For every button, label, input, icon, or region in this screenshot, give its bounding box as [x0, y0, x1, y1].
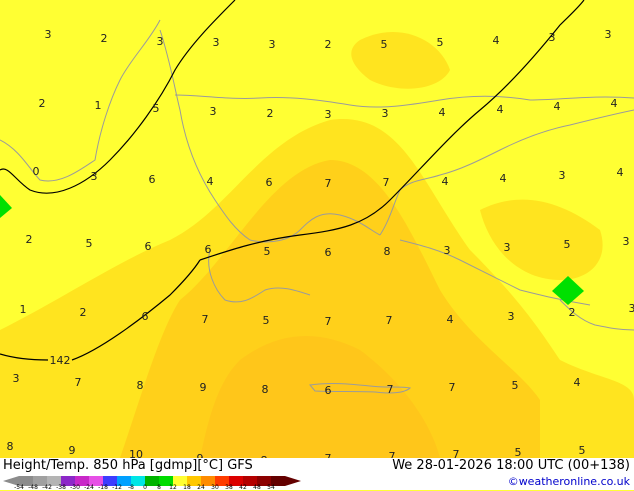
cold-spot-west: [0, 195, 12, 218]
value-label: 4: [442, 175, 449, 188]
value-label: 3: [45, 28, 52, 41]
value-label: 4: [554, 100, 561, 113]
value-label: 5: [381, 38, 388, 51]
value-label: 6: [205, 243, 212, 256]
value-label: 3: [605, 28, 612, 41]
value-label: 6: [325, 246, 332, 259]
value-label: 3: [213, 36, 220, 49]
value-label: 5: [437, 36, 444, 49]
value-label: 3: [508, 310, 515, 323]
value-label: 2: [569, 306, 576, 319]
value-label: 8: [7, 440, 14, 453]
value-label: 4: [617, 166, 624, 179]
value-label: 4: [611, 97, 618, 110]
value-label: 6: [142, 310, 149, 323]
value-label: 1: [95, 99, 102, 112]
value-label: 6: [149, 173, 156, 186]
value-label: 4: [574, 376, 581, 389]
value-label: 7: [75, 376, 82, 389]
value-label: 2: [39, 97, 46, 110]
value-label: 3: [325, 108, 332, 121]
temperature-field: [0, 32, 634, 458]
value-label: 6: [325, 384, 332, 397]
value-label: 5: [86, 237, 93, 250]
cold-spot-east: [552, 276, 584, 305]
value-label: 3: [269, 38, 276, 51]
value-label: 7: [202, 313, 209, 326]
value-label: 7: [387, 383, 394, 396]
value-label: 2: [325, 38, 332, 51]
map-title: Height/Temp. 850 hPa [gdmp][°C] GFS: [3, 458, 253, 473]
value-label: 4: [207, 175, 214, 188]
value-label: 8: [262, 383, 269, 396]
value-label: 4: [439, 106, 446, 119]
value-label: 7: [449, 381, 456, 394]
value-label: 5: [579, 444, 586, 457]
north-warm-patch: [351, 32, 450, 89]
value-label: 2: [80, 306, 87, 319]
value-label: 3: [382, 107, 389, 120]
value-label: 3: [91, 170, 98, 183]
value-label: 0: [33, 165, 40, 178]
value-label: 3: [444, 244, 451, 257]
value-label: 2: [267, 107, 274, 120]
value-label: 10: [129, 448, 143, 458]
value-label: 8: [384, 245, 391, 258]
value-label: 5: [264, 245, 271, 258]
value-label: 8: [137, 379, 144, 392]
map-footer: Height/Temp. 850 hPa [gdmp][°C] GFS We 2…: [0, 458, 634, 490]
color-scale: -54-48-42-38-30-24-18-12-808121824303842…: [3, 472, 303, 491]
contour-label: 142: [50, 354, 71, 367]
weather-map: 142 323332554332153233444403646774434256…: [0, 0, 634, 458]
map-canvas: 142 323332554332153233444403646774434256…: [0, 0, 634, 458]
value-label: 7: [325, 315, 332, 328]
value-label: 5: [263, 314, 270, 327]
value-label: 3: [549, 31, 556, 44]
value-label: 3: [559, 169, 566, 182]
value-label: 6: [145, 240, 152, 253]
value-label: 4: [493, 34, 500, 47]
value-label: 2: [26, 233, 33, 246]
value-label: 1: [20, 303, 27, 316]
coastline: [0, 20, 160, 181]
value-label: 3: [210, 105, 217, 118]
value-label: 6: [266, 176, 273, 189]
source-credit[interactable]: ©weatheronline.co.uk: [508, 475, 630, 488]
value-label: 5: [515, 446, 522, 458]
value-label: 3: [157, 35, 164, 48]
value-label: 9: [200, 381, 207, 394]
value-label: 5: [512, 379, 519, 392]
value-label: 7: [325, 177, 332, 190]
value-label: 3: [13, 372, 20, 385]
value-label: 4: [497, 103, 504, 116]
value-label: 7: [389, 450, 396, 458]
scale-arrow-right: [285, 476, 301, 486]
forecast-datetime: We 28-01-2026 18:00 UTC (00+138): [392, 458, 630, 473]
value-label: 3: [629, 302, 634, 315]
value-label: 7: [453, 448, 460, 458]
value-label: 2: [101, 32, 108, 45]
value-label: 9: [69, 444, 76, 457]
value-label: 4: [447, 313, 454, 326]
value-label: 5: [153, 102, 160, 115]
value-label: 4: [500, 172, 507, 185]
value-label: 7: [383, 176, 390, 189]
value-label: 7: [386, 314, 393, 327]
value-label: 5: [564, 238, 571, 251]
coastline: [175, 95, 634, 107]
value-label: 3: [623, 235, 630, 248]
value-label: 3: [504, 241, 511, 254]
east-warm-patch: [480, 200, 603, 280]
